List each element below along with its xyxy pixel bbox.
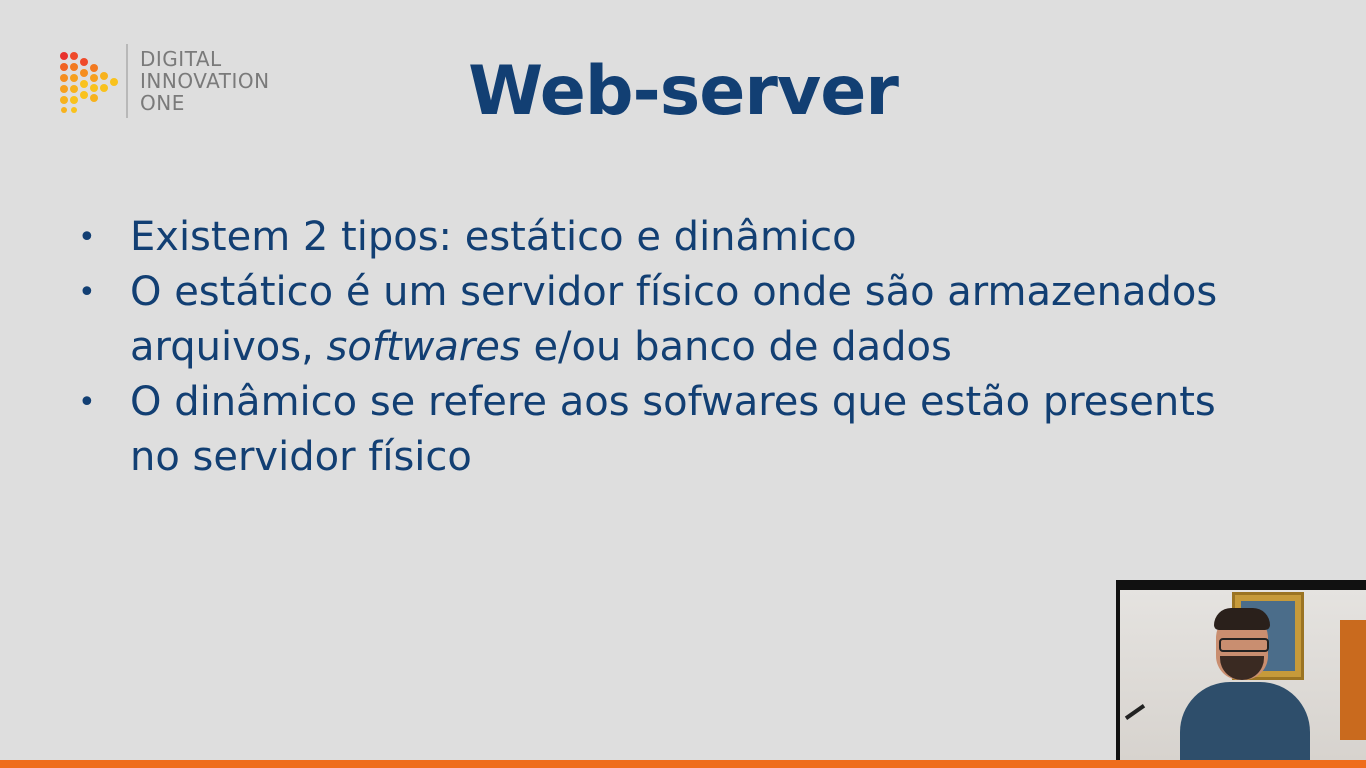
bullet-text-part: e/ou banco de dados (520, 324, 952, 370)
bullet-dot: • (78, 275, 96, 310)
webcam-video (1120, 590, 1366, 760)
bullet-item: • O estático é um servidor físico onde s… (78, 265, 1258, 375)
bullet-dot: • (78, 385, 96, 420)
bullet-dot: • (78, 220, 96, 255)
bullet-list: • Existem 2 tipos: estático e dinâmico •… (78, 210, 1258, 485)
bullet-text: O dinâmico se refere aos sofwares que es… (130, 379, 1216, 480)
slide-title: Web-server (468, 52, 899, 131)
bullet-item: • Existem 2 tipos: estático e dinâmico (78, 210, 1258, 265)
bullet-emphasis: softwares (326, 324, 521, 370)
bullet-text: Existem 2 tipos: estático e dinâmico (130, 214, 857, 260)
microphone-icon (1124, 704, 1146, 720)
presenter-glasses (1219, 638, 1269, 652)
bullet-item: • O dinâmico se refere aos sofwares que … (78, 375, 1258, 485)
presenter-body (1180, 682, 1310, 760)
presenter-webcam (1116, 580, 1366, 760)
presenter-hair (1214, 608, 1270, 630)
accent-bar (0, 760, 1366, 768)
wooden-door (1340, 620, 1366, 740)
